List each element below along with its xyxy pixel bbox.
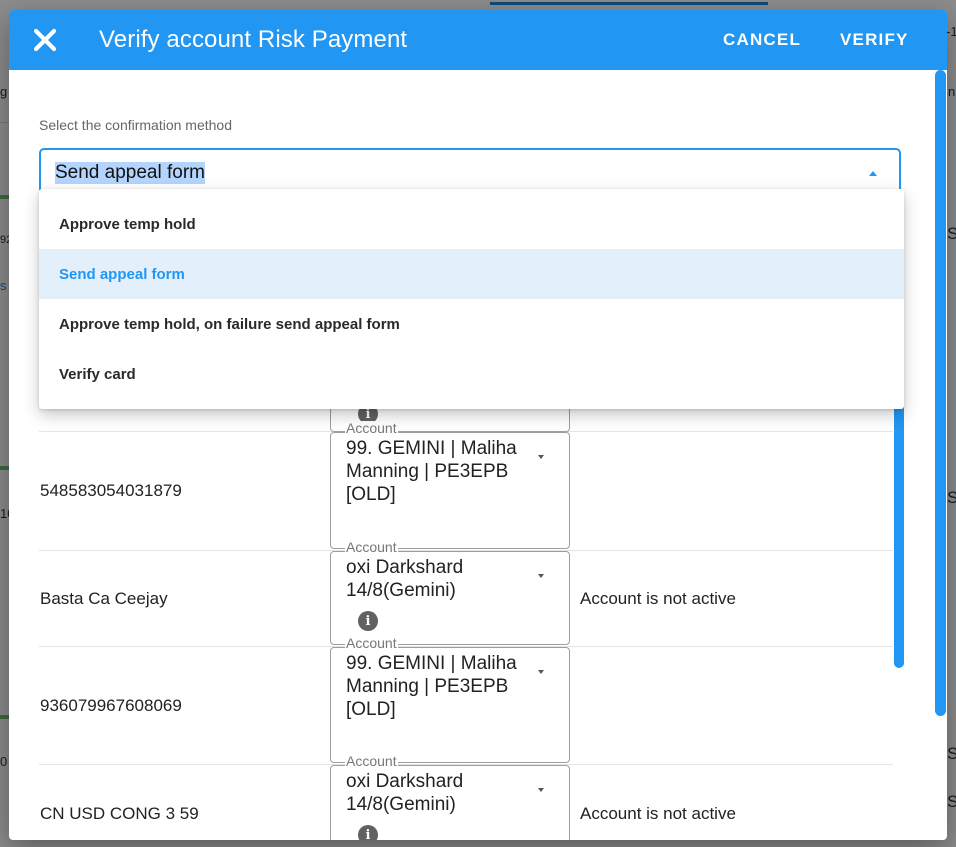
row-name: CN USD CONG 3 59 xyxy=(40,804,199,823)
row-status: Account is not active xyxy=(580,804,736,823)
account-field-label: Account xyxy=(345,635,398,651)
caret-down-icon xyxy=(538,455,544,459)
table-row: 936079967608069 Account 99. GEMINI | Mal… xyxy=(39,636,893,765)
row-status: Account is not active xyxy=(580,589,736,608)
caret-down-icon xyxy=(538,574,544,578)
dialog-title: Verify account Risk Payment xyxy=(99,26,408,53)
caret-down-icon xyxy=(538,670,544,674)
table-row: CN USD CONG 3 59 Account oxi Darkshard 1… xyxy=(39,754,893,840)
verify-button[interactable]: VERIFY xyxy=(840,30,909,50)
menu-item-verify-card[interactable]: Verify card xyxy=(39,349,904,399)
verify-account-dialog: Verify account Risk Payment CANCEL VERIF… xyxy=(9,10,947,840)
account-value: oxi Darkshard 14/8(Gemini) xyxy=(346,771,464,815)
cancel-button[interactable]: CANCEL xyxy=(723,30,801,50)
table-row: 548583054031879 Account 99. GEMINI | Mal… xyxy=(39,421,893,551)
menu-item-approve-temp-hold[interactable]: Approve temp hold xyxy=(39,199,904,249)
dialog-header: Verify account Risk Payment CANCEL VERIF… xyxy=(9,10,947,70)
dialog-body: Select the confirmation method Send appe… xyxy=(9,70,947,840)
account-select[interactable]: Account oxi Darkshard 14/8(Gemini) i xyxy=(330,754,570,840)
confirmation-method-menu: Approve temp hold Send appeal form Appro… xyxy=(39,189,904,409)
info-icon[interactable]: i xyxy=(358,825,378,840)
close-icon xyxy=(33,28,57,52)
account-field-label: Account xyxy=(345,539,398,555)
account-value: 99. GEMINI | Maliha Manning | PE3EPB [OL… xyxy=(346,653,517,720)
account-value: oxi Darkshard 14/8(Gemini) xyxy=(346,557,464,601)
account-field-label: Account xyxy=(345,420,398,436)
account-value: 99. GEMINI | Maliha Manning | PE3EPB [OL… xyxy=(346,438,517,505)
menu-item-approve-temp-hold-on-failure[interactable]: Approve temp hold, on failure send appea… xyxy=(39,299,904,349)
dialog-scrollbar-thumb[interactable] xyxy=(935,70,946,716)
menu-item-send-appeal-form[interactable]: Send appeal form xyxy=(39,249,904,299)
row-name: 936079967608069 xyxy=(40,696,182,715)
dialog-scrollbar-track[interactable] xyxy=(935,70,947,720)
account-select[interactable]: Account 99. GEMINI | Maliha Manning | PE… xyxy=(330,421,570,549)
table-row: Basta Ca Ceejay Account oxi Darkshard 14… xyxy=(39,540,893,647)
account-select[interactable]: Account oxi Darkshard 14/8(Gemini) i xyxy=(330,540,570,645)
info-icon[interactable]: i xyxy=(358,611,378,631)
account-field-label: Account xyxy=(345,753,398,769)
row-name: Basta Ca Ceejay xyxy=(40,589,168,608)
row-name: 548583054031879 xyxy=(40,481,182,500)
account-select[interactable]: Account 99. GEMINI | Maliha Manning | PE… xyxy=(330,636,570,763)
caret-down-icon xyxy=(538,788,544,792)
close-button[interactable] xyxy=(29,24,61,56)
